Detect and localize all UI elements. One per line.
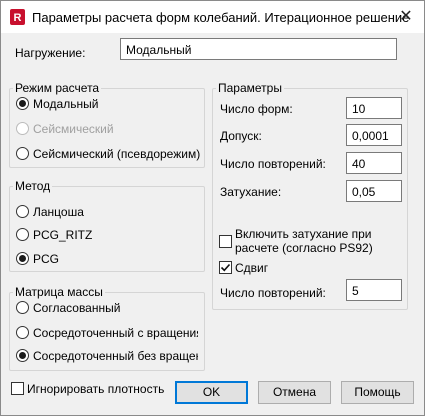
load-field[interactable]: Модальный <box>120 38 397 60</box>
dialog-window: R Параметры расчета форм колебаний. Итер… <box>0 0 425 416</box>
damping-label: Затухание: <box>220 185 282 199</box>
title-bar: R Параметры расчета форм колебаний. Итер… <box>1 1 424 33</box>
shift-label: Сдвиг <box>235 261 269 275</box>
tolerance-field[interactable]: 0,0001 <box>346 124 402 146</box>
mass-lumped-norot-label: Сосредоточенный без вращения <box>33 349 198 363</box>
calc-mode-pseudo-label: Сейсмический (псевдорежим) <box>33 147 201 161</box>
mass-lumped-rot-label: Сосредоточенный с вращениями <box>33 326 198 340</box>
repeats-field[interactable]: 40 <box>346 152 402 174</box>
mass-lumped-rot-radio[interactable] <box>16 326 29 339</box>
calc-mode-pseudo-radio[interactable] <box>16 147 29 160</box>
close-icon[interactable]: ✕ <box>388 1 424 33</box>
method-lanczos-radio[interactable] <box>16 205 29 218</box>
num-forms-label: Число форм: <box>220 102 293 116</box>
help-button[interactable]: Помощь <box>341 381 414 404</box>
enable-damping-label-2: расчете (согласно PS92) <box>235 241 373 255</box>
calc-mode-modal-radio[interactable] <box>16 97 29 110</box>
load-label: Нагружение: <box>15 46 86 60</box>
repeats2-field[interactable]: 5 <box>346 279 402 301</box>
method-pcg-ritz-label: PCG_RITZ <box>33 228 93 242</box>
method-title: Метод <box>13 179 53 193</box>
window-title: Параметры расчета форм колебаний. Итерац… <box>32 10 410 25</box>
enable-damping-label-1: Включить затухание при <box>235 227 372 241</box>
mass-consistent-label: Согласованный <box>33 301 121 315</box>
mass-consistent-radio[interactable] <box>16 301 29 314</box>
method-pcg-ritz-radio[interactable] <box>16 228 29 241</box>
checkmark-icon <box>220 263 231 272</box>
tolerance-label: Допуск: <box>220 129 262 143</box>
calc-mode-seismic-label: Сейсмический <box>33 122 114 136</box>
method-pcg-radio[interactable] <box>16 252 29 265</box>
repeats-label: Число повторений: <box>220 157 326 171</box>
num-forms-field[interactable]: 10 <box>346 97 402 119</box>
method-pcg-label: PCG <box>33 252 60 266</box>
calc-mode-title: Режим расчета <box>13 81 102 95</box>
enable-damping-checkbox[interactable] <box>219 235 232 248</box>
params-title: Параметры <box>216 81 284 95</box>
calc-mode-seismic-radio <box>16 122 29 135</box>
method-lanczos-label: Ланцоша <box>33 205 84 219</box>
damping-field[interactable]: 0,05 <box>346 180 402 202</box>
ignore-density-label: Игнорировать плотность <box>27 382 165 396</box>
mass-matrix-title: Матрица массы <box>13 285 105 299</box>
repeats2-label: Число повторений: <box>220 286 326 300</box>
ok-button[interactable]: OK <box>175 381 248 404</box>
mass-lumped-norot-radio[interactable] <box>16 349 29 362</box>
shift-checkbox[interactable] <box>219 261 232 274</box>
ignore-density-checkbox[interactable] <box>11 382 24 395</box>
svg-text:R: R <box>14 12 22 24</box>
cancel-button[interactable]: Отмена <box>258 381 331 404</box>
app-icon: R <box>10 9 25 25</box>
calc-mode-modal-label: Модальный <box>33 97 99 111</box>
